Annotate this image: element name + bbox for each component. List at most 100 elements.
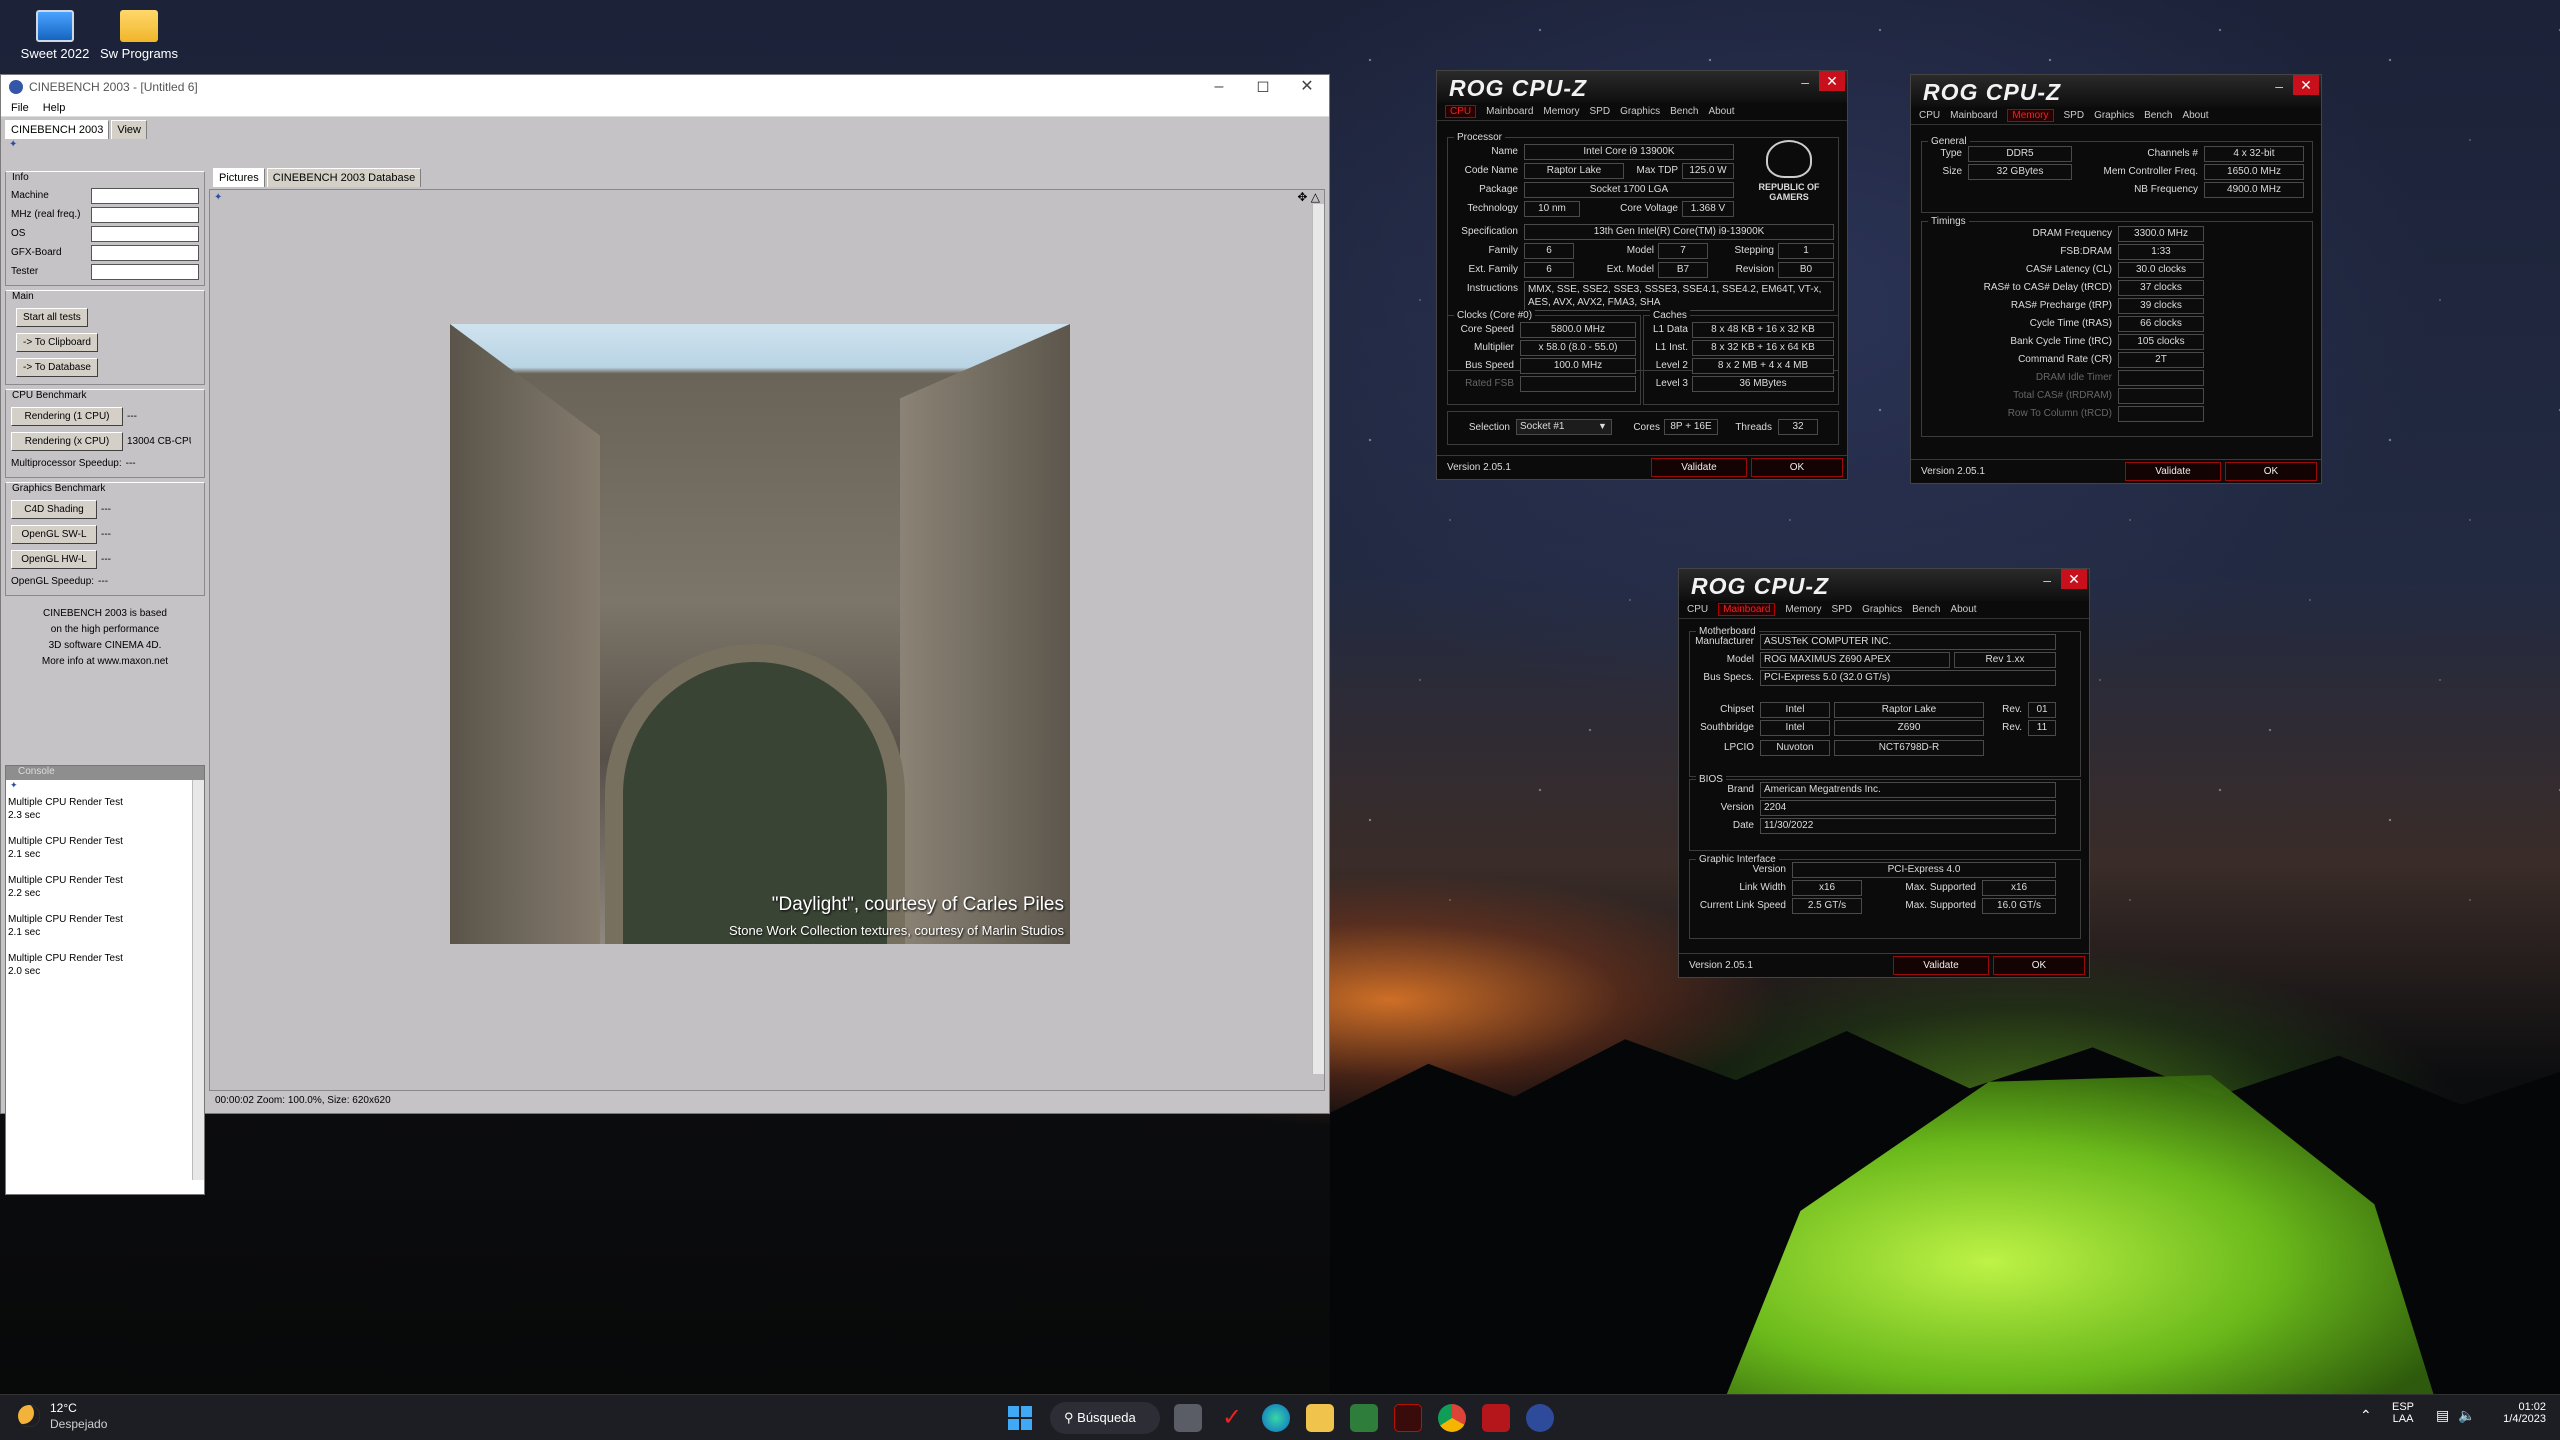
tab-about[interactable]: About bbox=[1950, 604, 1976, 615]
validate-button[interactable]: Validate bbox=[1651, 458, 1747, 477]
cpuz-titlebar[interactable]: ROG CPU-Z – ✕ bbox=[1911, 75, 2321, 107]
moon-weather-icon[interactable] bbox=[18, 1405, 40, 1427]
cpuz-titlebar[interactable]: ROG CPU-Z – ✕ bbox=[1679, 569, 2089, 601]
desktop-icon-label: Sw Programs bbox=[99, 46, 179, 61]
ok-button[interactable]: OK bbox=[1751, 458, 1843, 477]
ok-button[interactable]: OK bbox=[2225, 462, 2317, 481]
pin-icon[interactable]: ✦ bbox=[1, 139, 1329, 153]
start-all-tests-button[interactable]: Start all tests bbox=[16, 308, 88, 327]
search-box[interactable]: ⚲ Búsqueda bbox=[1050, 1402, 1160, 1434]
edge-browser-icon[interactable] bbox=[1262, 1404, 1290, 1432]
tab-memory[interactable]: Memory bbox=[2007, 109, 2054, 122]
tab-mainboard[interactable]: Mainboard bbox=[1718, 603, 1776, 616]
tab-graphics[interactable]: Graphics bbox=[1862, 604, 1902, 615]
timing-label: RAS# to CAS# Delay (tRCD) bbox=[1983, 282, 2112, 293]
close-button[interactable]: ✕ bbox=[1285, 75, 1329, 99]
tab-bench[interactable]: Bench bbox=[1670, 106, 1698, 117]
tab-cpu[interactable]: CPU bbox=[1445, 105, 1477, 118]
cinebench-taskbar-icon[interactable] bbox=[1526, 1404, 1554, 1432]
tab-cinebench-2003[interactable]: CINEBENCH 2003 bbox=[5, 120, 110, 139]
cpuz-titlebar[interactable]: ROG CPU-Z – ✕ bbox=[1437, 71, 1847, 103]
msi-afterburner-icon[interactable]: ✓ bbox=[1218, 1404, 1246, 1432]
tab-memory[interactable]: Memory bbox=[1543, 106, 1579, 117]
memory-type-value: DDR5 bbox=[1968, 146, 2072, 162]
tab-memory[interactable]: Memory bbox=[1785, 604, 1821, 615]
weather-temp[interactable]: 12°C bbox=[50, 1401, 77, 1415]
view-tabs: Pictures CINEBENCH 2003 Database bbox=[209, 167, 1329, 187]
tab-mainboard[interactable]: Mainboard bbox=[1486, 106, 1533, 117]
os-field[interactable] bbox=[91, 225, 199, 242]
desktop-icon-sw-programs[interactable]: Sw Programs bbox=[84, 4, 194, 61]
level-3-value: 36 MBytes bbox=[1692, 376, 1834, 392]
move-zoom-icons[interactable]: ✥ △ bbox=[1297, 190, 1320, 204]
gpu-z-icon[interactable] bbox=[1482, 1404, 1510, 1432]
tab-pictures[interactable]: Pictures bbox=[213, 168, 265, 187]
timing-value: 105 clocks bbox=[2118, 334, 2204, 350]
field-label: MHz (real freq.) bbox=[11, 209, 81, 220]
network-icon[interactable]: ▤ bbox=[2436, 1407, 2449, 1424]
rendering-x-cpu-button[interactable]: Rendering (x CPU) bbox=[11, 432, 123, 451]
to-database-button[interactable]: -> To Database bbox=[16, 358, 98, 377]
tab-about[interactable]: About bbox=[1708, 106, 1734, 117]
tab-spd[interactable]: SPD bbox=[1832, 604, 1853, 615]
tab-graphics[interactable]: Graphics bbox=[2094, 110, 2134, 121]
rendering-1-cpu-button[interactable]: Rendering (1 CPU) bbox=[11, 407, 123, 426]
hardware-monitor-icon[interactable] bbox=[1350, 1404, 1378, 1432]
model-value: 7 bbox=[1658, 243, 1708, 259]
gfx-board-field[interactable] bbox=[91, 244, 199, 261]
view-scrollbar[interactable] bbox=[1312, 204, 1324, 1074]
file-explorer-icon[interactable] bbox=[1306, 1404, 1334, 1432]
tab-bench[interactable]: Bench bbox=[2144, 110, 2172, 121]
minimize-button[interactable]: – bbox=[1801, 74, 1809, 90]
minimize-button[interactable]: – bbox=[2043, 572, 2051, 588]
to-clipboard-button[interactable]: -> To Clipboard bbox=[16, 333, 98, 352]
view-pin-icon[interactable]: ✦ bbox=[214, 192, 222, 203]
chevron-up-icon[interactable]: ⌃ bbox=[2360, 1407, 2372, 1424]
tab-view[interactable]: View bbox=[111, 120, 147, 139]
maximize-button[interactable]: ◻ bbox=[1241, 75, 1285, 99]
tab-mainboard[interactable]: Mainboard bbox=[1950, 110, 1997, 121]
opengl-hw-button[interactable]: OpenGL HW-L bbox=[11, 550, 97, 569]
chevron-down-icon[interactable]: ▼ bbox=[1598, 421, 1607, 431]
minimize-button[interactable]: – bbox=[1197, 75, 1241, 99]
volume-icon[interactable]: 🔈 bbox=[2458, 1407, 2475, 1424]
log-entry: Multiple CPU Render Test 2.1 sec bbox=[8, 836, 123, 860]
tab-about[interactable]: About bbox=[2182, 110, 2208, 121]
validate-button[interactable]: Validate bbox=[1893, 956, 1989, 975]
tab-database[interactable]: CINEBENCH 2003 Database bbox=[266, 168, 422, 187]
tab-graphics[interactable]: Graphics bbox=[1620, 106, 1660, 117]
console-scrollbar[interactable] bbox=[192, 780, 204, 1180]
menu-help[interactable]: Help bbox=[43, 102, 66, 114]
tab-cpu[interactable]: CPU bbox=[1919, 110, 1940, 121]
weather-desc[interactable]: Despejado bbox=[50, 1417, 107, 1431]
validate-button[interactable]: Validate bbox=[2125, 462, 2221, 481]
opengl-sw-button[interactable]: OpenGL SW-L bbox=[11, 525, 97, 544]
clock[interactable]: 01:02 1/4/2023 bbox=[2490, 1401, 2546, 1425]
rog-cpuz-taskbar-icon[interactable] bbox=[1394, 1404, 1422, 1432]
close-button[interactable]: ✕ bbox=[2293, 75, 2319, 95]
tab-spd[interactable]: SPD bbox=[2064, 110, 2085, 121]
menu-file[interactable]: File bbox=[11, 102, 29, 114]
timing-value: 30.0 clocks bbox=[2118, 262, 2204, 278]
tester-field[interactable] bbox=[91, 263, 199, 280]
timing-label: Command Rate (CR) bbox=[2018, 354, 2112, 365]
tab-spd[interactable]: SPD bbox=[1590, 106, 1611, 117]
machine-field[interactable] bbox=[91, 187, 199, 204]
ok-button[interactable]: OK bbox=[1993, 956, 2085, 975]
tab-bench[interactable]: Bench bbox=[1912, 604, 1940, 615]
close-button[interactable]: ✕ bbox=[1819, 71, 1845, 91]
cinebench-titlebar[interactable]: CINEBENCH 2003 - [Untitled 6] – ◻ ✕ bbox=[1, 75, 1329, 99]
mhz-field[interactable] bbox=[91, 206, 199, 223]
minimize-button[interactable]: – bbox=[2275, 78, 2283, 94]
close-button[interactable]: ✕ bbox=[2061, 569, 2087, 589]
taskbar: 12°C Despejado ⚲ Búsqueda ✓ ⌃ ESP LAA ▤ … bbox=[0, 1394, 2560, 1440]
task-view-icon[interactable] bbox=[1174, 1404, 1202, 1432]
console-pin-icon[interactable]: ✦ bbox=[6, 780, 204, 792]
tab-cpu[interactable]: CPU bbox=[1687, 604, 1708, 615]
c4d-shading-button[interactable]: C4D Shading bbox=[11, 500, 97, 519]
panel-title: General bbox=[1928, 136, 1970, 147]
language-indicator[interactable]: ESP LAA bbox=[2392, 1401, 2414, 1425]
start-button[interactable] bbox=[1008, 1406, 1032, 1430]
chrome-browser-icon[interactable] bbox=[1438, 1404, 1466, 1432]
timing-value: 66 clocks bbox=[2118, 316, 2204, 332]
